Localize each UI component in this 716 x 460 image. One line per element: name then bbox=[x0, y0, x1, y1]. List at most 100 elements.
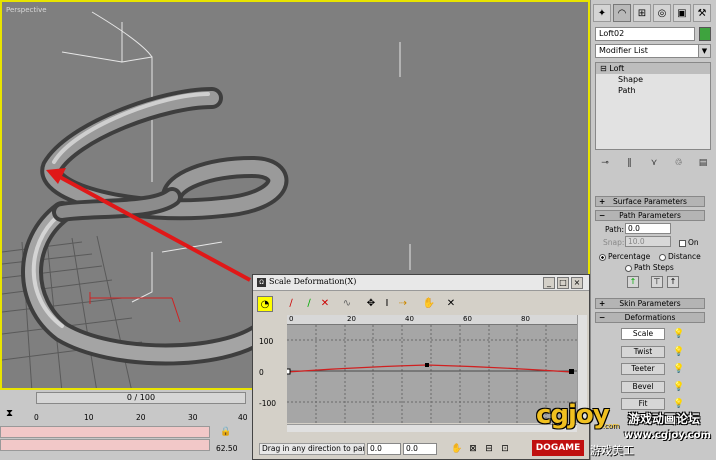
distance-radio[interactable]: Distance bbox=[659, 252, 701, 261]
display-xy-axes-icon[interactable]: ✕ bbox=[317, 296, 333, 312]
snap-label: Snap: bbox=[603, 238, 625, 247]
y-label: 0 bbox=[259, 368, 264, 377]
track-bar-icon[interactable]: ⧗ bbox=[6, 408, 13, 419]
stack-item-shape[interactable]: Shape bbox=[596, 74, 710, 85]
minimize-icon[interactable]: _ bbox=[543, 277, 555, 289]
rollout-skin-parameters[interactable]: + Skin Parameters bbox=[595, 298, 705, 309]
swap-curves-icon[interactable]: ∿ bbox=[339, 296, 355, 312]
insert-corner-point-icon[interactable]: ⇢ bbox=[395, 296, 411, 312]
ruler-tick: 80 bbox=[521, 315, 530, 323]
viewport-label[interactable]: Perspective bbox=[6, 6, 47, 14]
app-root: Perspective ✦ ◠ ⊞ ◎ ▣ ⚒ Loft02 Modifier … bbox=[0, 0, 716, 460]
zoom-vertical-icon[interactable]: ⊡ bbox=[499, 443, 511, 455]
snap-spinner[interactable]: 10.0 bbox=[625, 236, 671, 247]
track-bar[interactable]: ⧗ 0 10 20 30 40 bbox=[0, 406, 255, 426]
lock-icon[interactable]: 🔒 bbox=[220, 427, 231, 437]
next-shape-icon[interactable]: ↑ bbox=[667, 276, 679, 288]
lightbulb-icon[interactable]: 💡 bbox=[673, 381, 684, 393]
path-spinner[interactable]: 0.0 bbox=[625, 223, 671, 234]
stack-toolbar: ⊸ ‖ ⋎ ♲ ▤ bbox=[597, 156, 711, 170]
y-label: -100 bbox=[259, 399, 277, 408]
maxscript-listener-line[interactable] bbox=[0, 426, 210, 438]
lightbulb-icon[interactable]: 💡 bbox=[673, 363, 684, 375]
object-name-field[interactable]: Loft02 bbox=[595, 27, 695, 41]
hierarchy-tab-icon[interactable]: ⊞ bbox=[633, 4, 651, 22]
display-tab-icon[interactable]: ▣ bbox=[673, 4, 691, 22]
modifier-list-dropdown[interactable]: Modifier List ▼ bbox=[595, 44, 711, 58]
collapse-icon: − bbox=[599, 313, 606, 322]
pin-stack-icon[interactable]: ⊸ bbox=[597, 156, 613, 170]
maximize-icon[interactable]: □ bbox=[557, 277, 569, 289]
rollout-deformations[interactable]: − Deformations bbox=[595, 312, 705, 323]
tick-label: 30 bbox=[188, 413, 198, 422]
watermark: cgjoy .com 游戏动画论坛 www.cgjoy.com DOGAME 游… bbox=[532, 400, 716, 460]
lightbulb-icon[interactable]: 💡 bbox=[673, 346, 684, 358]
snap-on-checkbox[interactable]: On bbox=[679, 238, 699, 247]
transform-gizmo bbox=[89, 292, 181, 323]
ruler-tick: 20 bbox=[347, 315, 356, 323]
object-color-swatch[interactable] bbox=[699, 27, 711, 41]
dialog-titlebar[interactable]: Ω Scale Deformation(X) _ □ × bbox=[253, 275, 589, 291]
close-icon[interactable]: × bbox=[571, 277, 583, 289]
watermark-logo: cgjoy bbox=[536, 400, 610, 430]
stack-item-path[interactable]: Path bbox=[596, 85, 710, 96]
maxscript-output-line[interactable] bbox=[0, 439, 210, 451]
time-slider[interactable]: 0 / 100 bbox=[36, 392, 246, 404]
make-unique-icon[interactable]: ⋎ bbox=[646, 156, 662, 170]
rollout-surface-parameters[interactable]: + Surface Parameters bbox=[595, 196, 705, 207]
point-position-field[interactable]: 0.0 bbox=[367, 443, 401, 455]
scale-deform-button[interactable]: Scale bbox=[621, 328, 665, 340]
graph-y-axis: 100 0 -100 bbox=[255, 315, 285, 423]
chevron-down-icon[interactable]: ▼ bbox=[698, 45, 710, 57]
teeter-deform-button[interactable]: Teeter bbox=[621, 363, 665, 375]
prev-shape-icon[interactable]: ⊤ bbox=[651, 276, 663, 288]
point-value-field[interactable]: 0.0 bbox=[403, 443, 437, 455]
tick-label: 10 bbox=[84, 413, 94, 422]
pick-shape-icon[interactable]: ↑ bbox=[627, 276, 639, 288]
move-control-point-icon[interactable]: ✥ bbox=[363, 296, 379, 312]
modifier-stack: ⊟ Loft Shape Path bbox=[595, 62, 711, 150]
bevel-deform-button[interactable]: Bevel bbox=[621, 381, 665, 393]
display-x-axis-icon[interactable]: ∕ bbox=[283, 296, 299, 312]
rollout-path-parameters[interactable]: − Path Parameters bbox=[595, 210, 705, 221]
app-icon: Ω bbox=[257, 278, 266, 287]
status-prompt: Drag in any direction to pan Ec bbox=[259, 443, 365, 455]
pan-hand-icon[interactable]: ✋ bbox=[421, 296, 437, 312]
path-steps-radio[interactable]: Path Steps bbox=[625, 263, 674, 272]
show-end-result-icon[interactable]: ‖ bbox=[622, 156, 638, 170]
configure-sets-icon[interactable]: ▤ bbox=[695, 156, 711, 170]
expand-icon: + bbox=[599, 197, 606, 206]
make-symmetrical-icon[interactable]: ◔ bbox=[257, 296, 273, 312]
modify-tab-icon[interactable]: ◠ bbox=[613, 4, 631, 22]
expand-icon: + bbox=[599, 299, 606, 308]
tick-label: 40 bbox=[238, 413, 248, 422]
dialog-toolbar: ◔ ∕ ∕ ✕ ∿ ✥ Ⅰ ⇢ ✋ ✕ bbox=[255, 295, 589, 313]
zoom-extents-icon[interactable]: ⊠ bbox=[467, 443, 479, 455]
watermark-url: www.cgjoy.com bbox=[624, 430, 711, 441]
create-tab-icon[interactable]: ✦ bbox=[593, 4, 611, 22]
graph-ruler: 0 20 40 60 80 bbox=[287, 315, 577, 325]
scale-control-point-icon[interactable]: Ⅰ bbox=[379, 296, 395, 312]
ruler-tick: 60 bbox=[463, 315, 472, 323]
collapse-icon: − bbox=[599, 211, 606, 220]
utilities-tab-icon[interactable]: ⚒ bbox=[693, 4, 711, 22]
dialog-title: Scale Deformation(X) bbox=[269, 277, 357, 286]
ruler-tick: 0 bbox=[289, 315, 294, 323]
zoom-horizontal-icon[interactable]: ⊟ bbox=[483, 443, 495, 455]
watermark-cn-title: 游戏动画论坛 bbox=[628, 412, 701, 426]
twist-deform-button[interactable]: Twist bbox=[621, 346, 665, 358]
motion-tab-icon[interactable]: ◎ bbox=[653, 4, 671, 22]
watermark-com: .com bbox=[602, 422, 620, 430]
remove-modifier-icon[interactable]: ♲ bbox=[671, 156, 687, 170]
delete-control-point-icon[interactable]: ✕ bbox=[443, 296, 459, 312]
display-y-axis-icon[interactable]: ∕ bbox=[301, 296, 317, 312]
percentage-radio[interactable]: Percentage bbox=[599, 252, 650, 261]
tick-label: 20 bbox=[136, 413, 146, 422]
pan-hand-icon[interactable]: ✋ bbox=[451, 443, 463, 455]
stack-item-loft[interactable]: ⊟ Loft bbox=[596, 63, 710, 74]
tick-label: 0 bbox=[34, 413, 39, 422]
watermark-dogame: DOGAME bbox=[532, 440, 584, 456]
command-panel: ✦ ◠ ⊞ ◎ ▣ ⚒ Loft02 Modifier List ▼ ⊟ Lof… bbox=[590, 0, 716, 460]
lightbulb-icon[interactable]: 💡 bbox=[673, 328, 684, 340]
y-label: 100 bbox=[259, 337, 274, 346]
